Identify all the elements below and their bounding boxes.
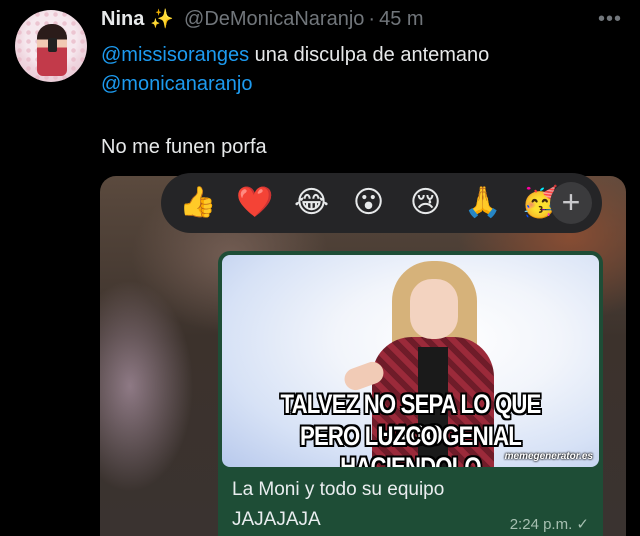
crying-icon[interactable]: 😢 bbox=[407, 188, 444, 218]
meme-face bbox=[410, 279, 458, 339]
mention-link[interactable]: @missisoranges bbox=[101, 44, 249, 66]
tweet-text-line-1: @missisoranges una disculpa de antemano bbox=[101, 42, 489, 68]
message-caption-line-1: La Moni y todo su equipo bbox=[232, 479, 445, 500]
tweet-text-line-3: No me funen porfa bbox=[101, 136, 267, 158]
more-options-icon[interactable]: ••• bbox=[598, 8, 622, 31]
tweet-text: una disculpa de antemano bbox=[249, 44, 490, 66]
message-timestamp: 2:24 p.m. ✓ bbox=[509, 516, 589, 533]
tweet-time[interactable]: 45 m bbox=[379, 8, 423, 31]
tweet-text-line-2: @monicanaranjo bbox=[101, 71, 253, 97]
mention-link[interactable]: @monicanaranjo bbox=[101, 73, 253, 95]
message-caption-line-2: JAJAJAJA bbox=[232, 509, 321, 530]
tweet-header: Nina ✨ @DeMonicaNaranjo · 45 m bbox=[101, 4, 424, 34]
meme-image: TALVEZ NO SEPA LO QUE HAGO PERO LUZCO GE… bbox=[222, 255, 599, 467]
reaction-bar: 👍 ❤️ 😂 😮 😢 🙏 🥳 + bbox=[161, 173, 602, 233]
avatar[interactable] bbox=[15, 10, 87, 82]
thumbs-up-icon[interactable]: 👍 bbox=[179, 188, 216, 218]
praying-hands-icon[interactable]: 🙏 bbox=[464, 188, 501, 218]
add-reaction-button[interactable]: + bbox=[550, 182, 592, 224]
sparkles-icon: ✨ bbox=[150, 9, 175, 30]
avatar-phone bbox=[48, 38, 57, 52]
meme-watermark: memegenerator.es bbox=[504, 451, 593, 462]
heart-icon[interactable]: ❤️ bbox=[236, 188, 273, 218]
author-name[interactable]: Nina bbox=[101, 8, 144, 31]
author-handle[interactable]: @DeMonicaNaranjo bbox=[184, 8, 364, 31]
surprised-icon[interactable]: 😮 bbox=[350, 188, 387, 218]
laughing-tears-icon[interactable]: 😂 bbox=[293, 188, 330, 218]
separator: · bbox=[368, 7, 376, 30]
chat-message-bubble: TALVEZ NO SEPA LO QUE HAGO PERO LUZCO GE… bbox=[218, 251, 603, 536]
